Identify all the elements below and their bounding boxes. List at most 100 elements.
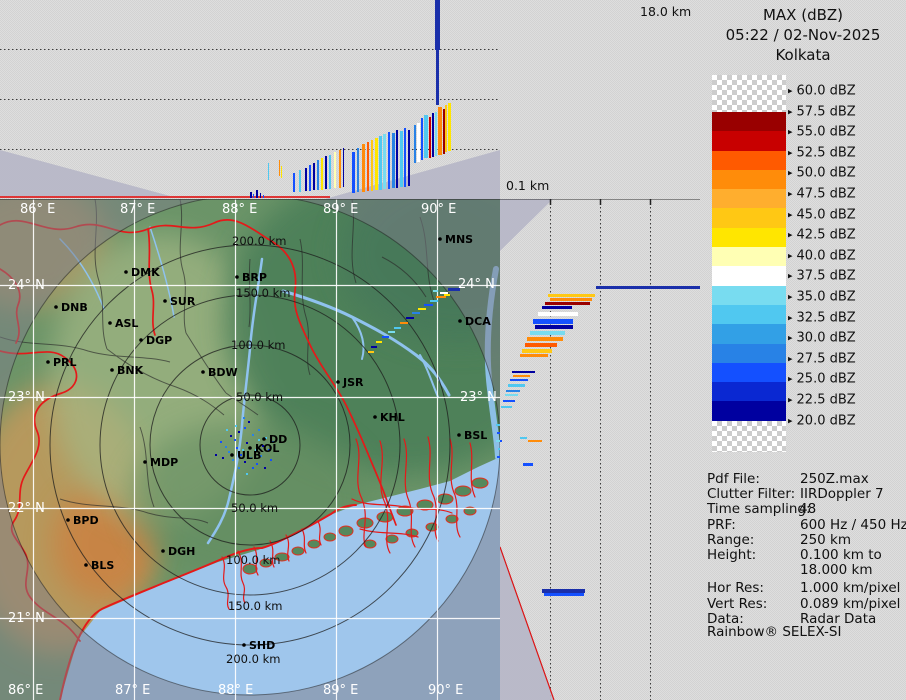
svg-text:50.0 km: 50.0 km: [231, 501, 278, 515]
radar-map-panel: 86° E87° E88° E89° E90° E86° E87° E88° E…: [0, 199, 500, 700]
svg-text:200.0 km: 200.0 km: [232, 234, 286, 248]
legend-band: [712, 228, 786, 247]
radar-map-graphic: 86° E87° E88° E89° E90° E86° E87° E88° E…: [0, 199, 500, 700]
svg-text:DNB: DNB: [61, 301, 88, 314]
color-scale-bar: [712, 75, 786, 452]
legend-tick-icon: ▸: [788, 190, 793, 200]
product-title: MAX (dBZ): [700, 5, 906, 25]
svg-text:SUR: SUR: [170, 295, 196, 308]
svg-text:86° E: 86° E: [20, 202, 55, 217]
legend-band: [712, 247, 786, 266]
svg-text:DGH: DGH: [168, 545, 195, 558]
svg-text:22° N: 22° N: [8, 501, 45, 516]
legend-band: [712, 324, 786, 343]
svg-text:DCA: DCA: [465, 315, 491, 328]
station-name: Kolkata: [700, 45, 906, 65]
svg-text:90° E: 90° E: [428, 683, 463, 698]
svg-text:200.0 km: 200.0 km: [226, 652, 280, 666]
info-value: 48: [799, 501, 816, 517]
info-label: Pdf File:: [707, 471, 760, 487]
legend-band: [712, 305, 786, 324]
legend-tick-icon: ▸: [788, 128, 793, 138]
height-axis-max-label: 18.0 km: [640, 4, 691, 19]
blind-wedge-left: [0, 150, 170, 196]
info-label: PRF:: [707, 517, 736, 533]
info-label: Clutter Filter:: [707, 486, 795, 502]
svg-text:50.0 km: 50.0 km: [236, 390, 283, 404]
svg-text:23° N: 23° N: [8, 390, 45, 405]
svg-text:SHD: SHD: [249, 639, 275, 652]
legend-band: [712, 382, 786, 401]
ew-projection-graphic: [0, 0, 500, 199]
legend-tick-icon: ▸: [788, 210, 793, 220]
info-label: Time sampling:: [707, 501, 811, 517]
info-value: 250Z.max: [800, 471, 869, 487]
legend-label: ▸20.0 dBZ: [788, 413, 856, 428]
legend-label: ▸55.0 dBZ: [788, 125, 856, 140]
svg-text:21° N: 21° N: [8, 611, 45, 626]
legend-band: [712, 208, 786, 227]
svg-text:BSL: BSL: [464, 429, 487, 442]
legend-tick-icon: ▸: [788, 148, 793, 158]
legend-tick-icon: ▸: [788, 375, 793, 385]
info-value: 18.000 km: [800, 562, 873, 578]
legend-label: ▸45.0 dBZ: [788, 207, 856, 222]
radar-display: { "header": { "product": "MAX (dBZ)", "d…: [0, 0, 906, 700]
info-label: Range:: [707, 532, 754, 548]
svg-text:PRL: PRL: [53, 356, 77, 369]
legend-label: ▸52.5 dBZ: [788, 145, 856, 160]
legend-band: [712, 170, 786, 189]
info-value: 0.089 km/pixel: [800, 596, 900, 612]
svg-text:86° E: 86° E: [8, 683, 43, 698]
svg-text:KHL: KHL: [380, 411, 405, 424]
legend-band: [712, 112, 786, 131]
svg-text:100.0 km: 100.0 km: [226, 553, 280, 567]
svg-text:MNS: MNS: [445, 233, 473, 246]
svg-text:BDW: BDW: [208, 366, 238, 379]
svg-text:ASL: ASL: [115, 317, 138, 330]
blind-wedge-top: [500, 199, 553, 251]
legend-band: [712, 401, 786, 420]
svg-text:88° E: 88° E: [218, 683, 253, 698]
legend-label: ▸25.0 dBZ: [788, 372, 856, 387]
svg-text:90° E: 90° E: [421, 202, 456, 217]
legend-tick-icon: ▸: [788, 251, 793, 261]
legend-label: ▸32.5 dBZ: [788, 310, 856, 325]
svg-text:100.0 km: 100.0 km: [231, 338, 285, 352]
legend-tick-icon: ▸: [788, 107, 793, 117]
ew-height-projection-panel: [0, 0, 500, 199]
legend-tick-icon: ▸: [788, 169, 793, 179]
legend-label: ▸30.0 dBZ: [788, 331, 856, 346]
svg-text:150.0 km: 150.0 km: [236, 286, 290, 300]
svg-text:DGP: DGP: [146, 334, 172, 347]
legend-tick-icon: ▸: [788, 272, 793, 282]
legend-label: ▸22.5 dBZ: [788, 393, 856, 408]
info-value: 250 km: [800, 532, 851, 548]
svg-text:MDP: MDP: [150, 456, 178, 469]
legend-tick-icon: ▸: [788, 293, 793, 303]
svg-text:87° E: 87° E: [120, 202, 155, 217]
svg-text:23° N: 23° N: [460, 390, 497, 405]
svg-text:DMK: DMK: [131, 266, 160, 279]
legend-band: [712, 363, 786, 382]
legend-tick-icon: ▸: [788, 313, 793, 323]
legend-band: [712, 421, 786, 452]
legend-band: [712, 189, 786, 208]
info-value: 0.100 km to: [800, 547, 882, 563]
legend-band: [712, 266, 786, 285]
legend-band: [712, 286, 786, 305]
legend-tick-icon: ▸: [788, 416, 793, 426]
svg-text:150.0 km: 150.0 km: [228, 599, 282, 613]
legend-label: ▸47.5 dBZ: [788, 187, 856, 202]
info-label: Height:: [707, 547, 756, 563]
software-credit: Rainbow® SELEX-SI: [707, 624, 841, 640]
info-value: 1.000 km/pixel: [800, 580, 900, 596]
ns-height-projection-panel: [500, 199, 700, 700]
legend-band: [712, 75, 786, 112]
legend-label: ▸60.0 dBZ: [788, 84, 856, 99]
legend-label: ▸40.0 dBZ: [788, 248, 856, 263]
legend-label: ▸50.0 dBZ: [788, 166, 856, 181]
info-value: 600 Hz / 450 Hz: [800, 517, 906, 533]
svg-text:JSR: JSR: [342, 376, 364, 389]
info-label: Vert Res:: [707, 596, 767, 612]
